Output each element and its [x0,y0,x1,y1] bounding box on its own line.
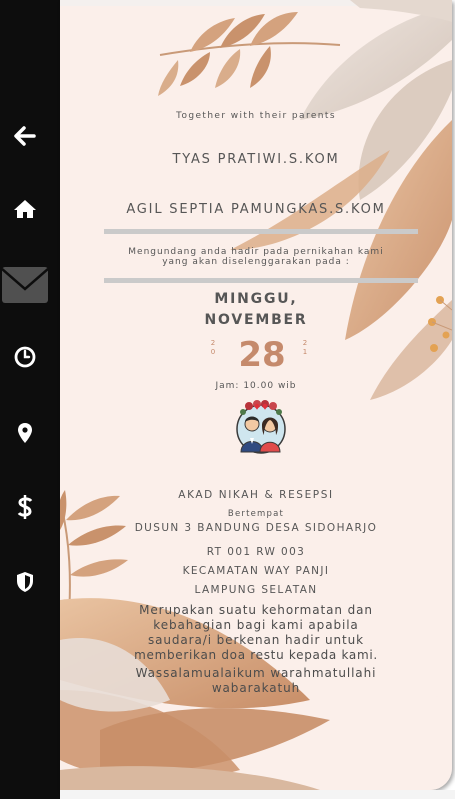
couple-illustration [236,400,286,454]
invitation-button[interactable] [1,267,49,303]
home-button[interactable] [0,189,50,229]
countdown-button[interactable] [0,337,50,377]
map-pin-icon [18,423,32,443]
closing-line-1: Merupakan suatu kehormatan dan [139,603,373,617]
closing-line-5: Wassalamualaikum warahmatullahi [135,666,377,680]
closing-line-2: kebahagian bagi kami apabila [153,618,359,632]
intro-text: Together with their parents [176,111,336,121]
closing-line-4: memberikan doa restu kepada kami. [134,648,378,662]
arrow-left-icon [14,126,36,146]
year-right-digit-2: 1 [302,348,308,356]
envelope-icon [1,268,49,291]
event-time: Jam: 10.00 wib [215,381,297,391]
invitation-card: Together with their parents TYAS PRATIWI… [60,0,452,790]
shield-icon [17,572,33,592]
dollar-icon [17,495,33,519]
sidebar-nav [0,0,60,799]
bride-name: AGIL SEPTIA PAMUNGKAS.S.KOM [126,202,386,217]
year-right-digit-1: 2 [302,339,308,347]
gift-button[interactable] [0,487,50,527]
closing-line-6: wabarakatuh [211,681,301,695]
address-line-3: KECAMATAN WAY PANJI [182,565,330,577]
event-month: NOVEMBER [204,312,308,328]
home-icon [14,200,36,218]
card-bottom-edge [60,790,455,799]
venue-label: Bertempat [227,509,285,519]
clock-icon [14,346,36,368]
groom-name: TYAS PRATIWI.S.KOM [172,152,340,167]
location-button[interactable] [0,413,50,453]
protocol-button[interactable] [0,562,50,602]
back-button[interactable] [0,116,50,156]
closing-line-3: saudara/i berkenan hadir untuk [147,633,364,647]
event-title: AKAD NIKAH & RESEPSI [178,489,334,501]
invite-line-2: yang akan diselenggarakan pada : [162,257,350,267]
address-line-1: DUSUN 3 BANDUNG DESA SIDOHARJO [134,522,378,534]
separator-top [104,229,418,234]
event-day: MINGGU, [214,291,298,307]
year-left-digit-2: 0 [210,348,216,356]
year-left-digit-1: 2 [210,339,216,347]
address-line-2: RT 001 RW 003 [206,546,306,558]
invite-line-1: Mengundang anda hadir pada pernikahan ka… [128,247,384,257]
address-line-4: LAMPUNG SELATAN [194,584,318,596]
event-date: 28 [238,335,286,375]
separator-bottom [104,278,418,283]
